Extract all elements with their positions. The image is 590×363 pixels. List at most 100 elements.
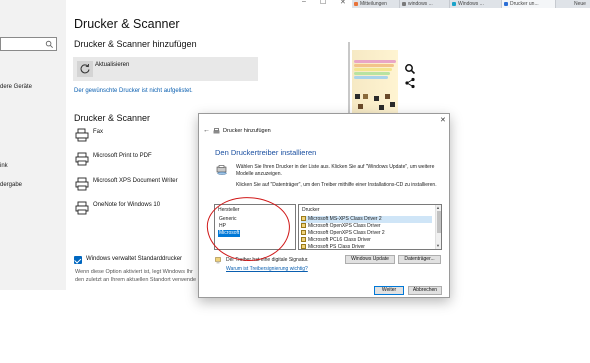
- printer-model-list[interactable]: Drucker Microsoft MS-XPS Class Driver 2 …: [298, 204, 442, 250]
- next-button[interactable]: Weiter: [374, 286, 404, 295]
- printer-item-onenote[interactable]: OneNote for Windows 10: [74, 201, 204, 219]
- browser-page: [352, 8, 590, 120]
- sidebar-item-devices[interactable]: dere Geräte: [0, 84, 32, 90]
- tab-favicon-icon: [504, 2, 508, 6]
- pixel-block: [379, 105, 384, 110]
- share-icon[interactable]: [404, 77, 416, 89]
- pixel-block: [385, 94, 390, 99]
- printer-not-listed-link[interactable]: Der gewünschte Drucker ist nicht aufgeli…: [74, 88, 193, 94]
- browser-tab-strip: Mitteilungen windows ... Windows ... Dru…: [352, 0, 590, 8]
- dialog-back-button[interactable]: ←: [203, 127, 210, 134]
- printer-icon: [75, 152, 89, 166]
- driver-icon: [301, 237, 306, 242]
- rainbow-pixel-image: [352, 50, 398, 120]
- browser-tab-label: Mitteilungen: [360, 1, 387, 7]
- search-icon: [45, 40, 53, 48]
- refresh-button[interactable]: Aktualisieren: [73, 57, 258, 81]
- printer-model-item[interactable]: Microsoft PCL6 Class Driver: [301, 237, 432, 244]
- refresh-icon-box: [77, 61, 93, 77]
- browser-tab-label: Drucker un...: [510, 1, 539, 7]
- dialog-description: Wählen Sie Ihren Drucker in der Liste au…: [236, 164, 435, 177]
- scroll-down-icon[interactable]: ▼: [436, 243, 440, 248]
- scroll-thumb[interactable]: [437, 211, 441, 233]
- description-line: den zuletzt an Ihrem aktuellen Standort …: [75, 277, 197, 283]
- maximize-button[interactable]: ☐: [320, 0, 326, 6]
- printer-name: OneNote for Windows 10: [93, 202, 161, 208]
- dialog-close-button[interactable]: ✕: [440, 116, 446, 124]
- zoom-search-icon[interactable]: [404, 63, 416, 75]
- browser-tab-label: windows ...: [408, 1, 433, 7]
- cancel-button[interactable]: Abbrechen: [408, 286, 442, 295]
- refresh-icon: [80, 63, 90, 74]
- printer-icon: [75, 201, 89, 215]
- new-tab-button[interactable]: Neue: [556, 0, 590, 8]
- driver-signing-link[interactable]: Warum ist Treibersignierung wichtig?: [226, 266, 308, 272]
- printer-item-print-to-pdf[interactable]: Microsoft Print to PDF: [74, 152, 204, 170]
- browser-tab[interactable]: Mitteilungen: [352, 0, 400, 8]
- printer-list-scrollbar[interactable]: ▲ ▼: [435, 205, 441, 249]
- dialog-title: Drucker hinzufügen: [223, 128, 271, 134]
- printer-model-item[interactable]: Microsoft OpenXPS Class Driver 2: [301, 230, 432, 237]
- printer-list-header: Drucker: [302, 207, 320, 213]
- driver-icon: [301, 223, 306, 228]
- sidebar-item-input[interactable]: dergabe: [0, 182, 22, 188]
- printer-name: Fax: [93, 129, 104, 135]
- printer-model-name: Microsoft PCL6 Class Driver: [308, 237, 371, 243]
- tab-favicon-icon: [402, 2, 406, 6]
- pixel-block: [358, 104, 363, 109]
- pixel-block: [390, 102, 395, 107]
- window-controls: – ☐ ✕: [300, 0, 352, 8]
- sidebar-item-link[interactable]: ink: [0, 163, 8, 169]
- signed-driver-icon: [215, 257, 221, 264]
- have-disk-button[interactable]: Datenträger...: [398, 255, 441, 264]
- windows-update-button[interactable]: Windows Update: [345, 255, 395, 264]
- browser-tab[interactable]: Drucker un...: [502, 0, 556, 8]
- settings-sidebar: dere Geräte ink dergabe: [0, 0, 66, 290]
- fax-icon: [75, 128, 89, 142]
- printer-icon: [213, 128, 220, 134]
- rainbow-band: [354, 64, 394, 67]
- default-printer-description: Wenn diese Option aktiviert ist, legt Wi…: [75, 268, 200, 284]
- browser-tab[interactable]: windows ...: [400, 0, 450, 8]
- printer-icon: [75, 177, 89, 191]
- printer-name: Microsoft XPS Document Writer: [93, 178, 178, 184]
- pixel-block: [363, 94, 368, 99]
- pixel-block: [355, 94, 360, 99]
- manage-default-printer-checkbox[interactable]: [74, 256, 82, 264]
- printer-model-name: Microsoft MS-XPS Class Driver 2: [308, 216, 382, 222]
- printer-model-name: Microsoft OpenXPS Class Driver: [308, 223, 381, 229]
- browser-tab-label: Windows ...: [458, 1, 484, 7]
- rainbow-band: [354, 72, 390, 75]
- browser-tab-label: Neue: [574, 1, 586, 7]
- printer-item-xps-writer[interactable]: Microsoft XPS Document Writer: [74, 177, 204, 195]
- driver-icon: [301, 230, 306, 235]
- printer-model-item[interactable]: Microsoft PS Class Driver: [301, 244, 432, 250]
- printer-name: Microsoft Print to PDF: [93, 153, 152, 159]
- rainbow-band: [354, 60, 396, 63]
- page-title: Drucker & Scanner: [74, 17, 180, 31]
- printer-model-item-selected[interactable]: Microsoft MS-XPS Class Driver 2: [301, 216, 432, 223]
- tab-favicon-icon: [452, 2, 456, 6]
- refresh-label: Aktualisieren: [95, 62, 130, 68]
- dialog-heading: Den Druckertreiber installieren: [215, 148, 317, 157]
- driver-icon: [301, 244, 306, 249]
- browser-tab[interactable]: Windows ...: [450, 0, 502, 8]
- sidebar-search-input[interactable]: [0, 37, 57, 51]
- description-line: Wenn diese Option aktiviert ist, legt Wi…: [75, 269, 193, 275]
- scroll-up-icon[interactable]: ▲: [436, 205, 440, 210]
- printer-model-name: Microsoft OpenXPS Class Driver 2: [308, 230, 385, 236]
- manage-default-printer-label: Windows verwaltet Standarddrucker: [86, 256, 183, 262]
- driver-icon: [301, 216, 306, 221]
- printer-model-name: Microsoft PS Class Driver: [308, 244, 365, 250]
- minimize-button[interactable]: –: [302, 0, 306, 5]
- tab-favicon-icon: [354, 2, 358, 6]
- dialog-description: Klicken Sie auf "Datenträger", um den Tr…: [236, 182, 437, 188]
- printer-model-item[interactable]: Microsoft OpenXPS Class Driver: [301, 223, 432, 230]
- printer-item-fax[interactable]: Fax: [74, 128, 204, 146]
- rainbow-band: [354, 76, 388, 79]
- rainbow-band: [354, 68, 392, 71]
- driver-disc-icon: [216, 165, 227, 175]
- add-printers-heading: Drucker & Scanner hinzufügen: [74, 39, 197, 49]
- close-button[interactable]: ✕: [340, 0, 346, 6]
- pixel-block: [374, 96, 379, 101]
